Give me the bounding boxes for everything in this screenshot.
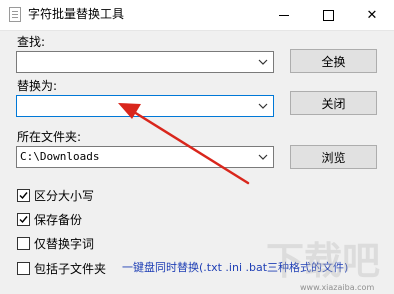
option-include-subfolders[interactable]: 包括子文件夹 (17, 260, 106, 277)
checkbox[interactable] (17, 262, 30, 275)
title-bar: 字符批量替换工具 ✕ (0, 0, 394, 31)
watermark-logo: 下载吧 (266, 239, 380, 283)
checkmark-icon (19, 216, 28, 224)
browse-button[interactable]: 浏览 (290, 145, 377, 169)
close-button[interactable]: 关闭 (290, 91, 377, 115)
chevron-down-icon[interactable] (255, 149, 271, 165)
option-keep-backup[interactable]: 保存备份 (17, 211, 82, 228)
close-window-button[interactable]: ✕ (350, 0, 394, 30)
watermark-text: 下载吧 (266, 239, 380, 283)
replace-all-button[interactable]: 全换 (290, 49, 377, 73)
replace-combobox[interactable] (16, 95, 274, 117)
folder-label: 所在文件夹: (17, 130, 82, 144)
window-title: 字符批量替换工具 (28, 7, 125, 21)
find-label: 查找: (17, 35, 46, 49)
folder-value: C:\Downloads (20, 150, 100, 163)
option-case-sensitive[interactable]: 区分大小写 (17, 187, 94, 204)
checkbox[interactable] (17, 189, 30, 202)
checkbox[interactable] (17, 237, 30, 250)
maximize-icon (322, 9, 334, 21)
maximize-button[interactable] (306, 0, 350, 30)
close-icon: ✕ (366, 7, 378, 23)
option-label: 保存备份 (34, 213, 83, 227)
replace-label: 替换为: (17, 79, 58, 93)
minimize-icon (279, 14, 289, 16)
minimize-button[interactable] (262, 0, 306, 30)
checkbox[interactable] (17, 213, 30, 226)
option-label: 区分大小写 (34, 189, 95, 203)
chevron-down-icon[interactable] (255, 54, 271, 70)
app-icon (9, 7, 21, 22)
find-combobox[interactable] (16, 51, 274, 73)
option-whole-word[interactable]: 仅替换字词 (17, 235, 94, 252)
chevron-down-icon[interactable] (255, 98, 271, 114)
option-label: 仅替换字词 (34, 237, 95, 251)
folder-combobox[interactable]: C:\Downloads (16, 146, 274, 168)
option-label: 包括子文件夹 (34, 262, 107, 276)
checkmark-icon (19, 192, 28, 200)
watermark-url: www.xiazaiba.com (300, 283, 375, 292)
